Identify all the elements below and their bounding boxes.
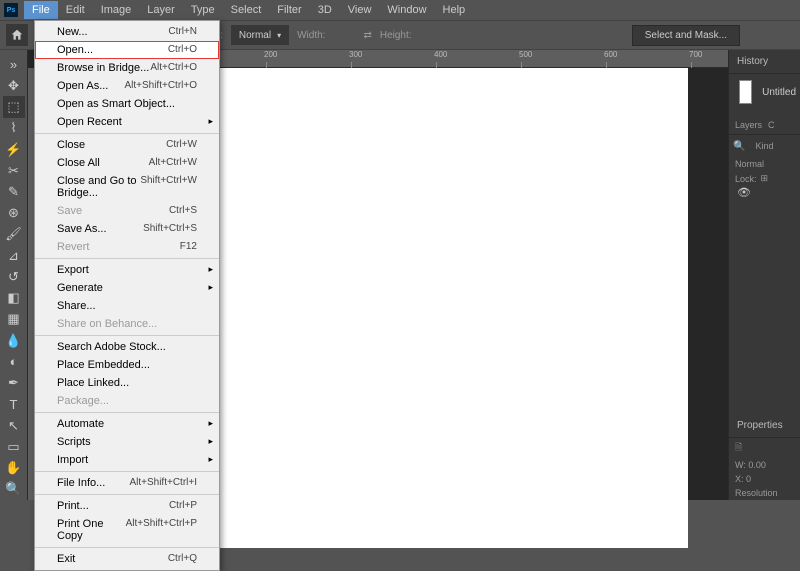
file-menu-dropdown: New...Ctrl+NOpen...Ctrl+OBrowse in Bridg…	[34, 20, 220, 571]
menu-item-print-one-copy[interactable]: Print One CopyAlt+Shift+Ctrl+P	[35, 515, 219, 545]
resolution-label: Resolution	[729, 486, 800, 500]
home-button[interactable]	[6, 24, 28, 46]
lock-row: Lock: ⊞	[729, 171, 800, 186]
path-tool[interactable]: ↖	[3, 415, 25, 436]
tools-panel: » ✥ ⬚ ⌇ ⚡ ✂ ✎ ⊛ 🖌 ⊿ ↺ ◧ ▦ 💧 ◐ ✒ T ↖ ▭ ✋ …	[0, 50, 28, 500]
pen-tool[interactable]: ✒	[3, 373, 25, 394]
menu-item-import[interactable]: Import	[35, 451, 219, 469]
history-panel-header[interactable]: History	[729, 50, 800, 74]
blend-mode-select[interactable]: Normal	[729, 157, 800, 171]
eyedropper-tool[interactable]: ✎	[3, 181, 25, 202]
menu-item-place-linked[interactable]: Place Linked...	[35, 374, 219, 392]
menu-item-open-as[interactable]: Open As...Alt+Shift+Ctrl+O	[35, 77, 219, 95]
menu-item-open-recent[interactable]: Open Recent	[35, 113, 219, 131]
menu-item-open[interactable]: Open...Ctrl+O	[35, 41, 219, 59]
menu-help[interactable]: Help	[435, 1, 474, 19]
menu-item-package: Package...	[35, 392, 219, 410]
x-value: X: 0	[729, 472, 800, 486]
menu-item-search-adobe-stock[interactable]: Search Adobe Stock...	[35, 338, 219, 356]
panels-dock: History Untitled Layers C 🔍 Kind Normal …	[728, 50, 800, 500]
lock-icon[interactable]: ⊞	[761, 173, 769, 184]
menu-select[interactable]: Select	[223, 1, 270, 19]
menu-item-exit[interactable]: ExitCtrl+Q	[35, 550, 219, 568]
menu-3d[interactable]: 3D	[310, 1, 340, 19]
type-tool[interactable]: T	[3, 394, 25, 415]
crop-tool[interactable]: ✂	[3, 160, 25, 181]
height-label: Height:	[380, 30, 412, 41]
width-value: W: 0.00	[729, 458, 800, 472]
menu-window[interactable]: Window	[379, 1, 434, 19]
menu-item-automate[interactable]: Automate	[35, 415, 219, 433]
dodge-tool[interactable]: ◐	[3, 351, 25, 372]
search-icon[interactable]: 🔍	[733, 141, 745, 152]
tab-layers[interactable]: Layers	[735, 120, 762, 130]
app-logo: Ps	[4, 3, 18, 17]
hand-tool[interactable]: ✋	[3, 457, 25, 478]
collapse-icon[interactable]: »	[3, 54, 25, 75]
blur-tool[interactable]: 💧	[3, 330, 25, 351]
menu-item-open-as-smart-object[interactable]: Open as Smart Object...	[35, 95, 219, 113]
width-label: Width:	[297, 30, 325, 41]
brush-tool[interactable]: 🖌	[3, 224, 25, 245]
menu-item-close[interactable]: CloseCtrl+W	[35, 136, 219, 154]
select-and-mask-button[interactable]: Select and Mask...	[632, 25, 740, 46]
marquee-tool[interactable]: ⬚	[3, 96, 25, 117]
menu-item-place-embedded[interactable]: Place Embedded...	[35, 356, 219, 374]
layers-panel-tabs: Layers C	[729, 116, 800, 135]
zoom-tool[interactable]: 🔍	[3, 479, 25, 500]
heal-tool[interactable]: ⊛	[3, 203, 25, 224]
menu-item-generate[interactable]: Generate	[35, 279, 219, 297]
layer-item[interactable]: 👁	[729, 186, 800, 199]
shape-tool[interactable]: ▭	[3, 436, 25, 457]
home-icon	[10, 28, 24, 42]
menu-edit[interactable]: Edit	[58, 1, 93, 19]
properties-panel-header[interactable]: Properties	[729, 414, 800, 438]
chevron-down-icon: ▾	[277, 31, 281, 40]
menubar: Ps FileEditImageLayerTypeSelectFilter3DV…	[0, 0, 800, 20]
menu-view[interactable]: View	[340, 1, 380, 19]
menu-item-close-all[interactable]: Close AllAlt+Ctrl+W	[35, 154, 219, 172]
stamp-tool[interactable]: ⊿	[3, 245, 25, 266]
document-icon: 🗎	[729, 438, 800, 458]
menu-item-share-on-behance: Share on Behance...	[35, 315, 219, 333]
menu-filter[interactable]: Filter	[269, 1, 309, 19]
menu-type[interactable]: Type	[183, 1, 223, 19]
menu-item-revert: RevertF12	[35, 238, 219, 256]
menu-item-save-as[interactable]: Save As...Shift+Ctrl+S	[35, 220, 219, 238]
history-brush-tool[interactable]: ↺	[3, 266, 25, 287]
menu-item-browse-in-bridge[interactable]: Browse in Bridge...Alt+Ctrl+O	[35, 59, 219, 77]
menu-item-share[interactable]: Share...	[35, 297, 219, 315]
tab-channels[interactable]: C	[768, 120, 775, 130]
eraser-tool[interactable]: ◧	[3, 288, 25, 309]
menu-item-export[interactable]: Export	[35, 261, 219, 279]
menu-layer[interactable]: Layer	[139, 1, 183, 19]
style-select[interactable]: Normal▾	[231, 25, 289, 45]
menu-image[interactable]: Image	[93, 1, 140, 19]
history-item[interactable]: Untitled	[729, 74, 800, 110]
menu-item-file-info[interactable]: File Info...Alt+Shift+Ctrl+I	[35, 474, 219, 492]
menu-file[interactable]: File	[24, 1, 58, 19]
gradient-tool[interactable]: ▦	[3, 309, 25, 330]
visibility-icon[interactable]: 👁	[737, 186, 751, 199]
menu-item-new[interactable]: New...Ctrl+N	[35, 23, 219, 41]
menu-item-close-and-go-to-bridge[interactable]: Close and Go to Bridge...Shift+Ctrl+W	[35, 172, 219, 202]
wand-tool[interactable]: ⚡	[3, 139, 25, 160]
lasso-tool[interactable]: ⌇	[3, 118, 25, 139]
document-thumb	[739, 80, 752, 104]
menu-item-save: SaveCtrl+S	[35, 202, 219, 220]
menu-item-scripts[interactable]: Scripts	[35, 433, 219, 451]
move-tool[interactable]: ✥	[3, 75, 25, 96]
